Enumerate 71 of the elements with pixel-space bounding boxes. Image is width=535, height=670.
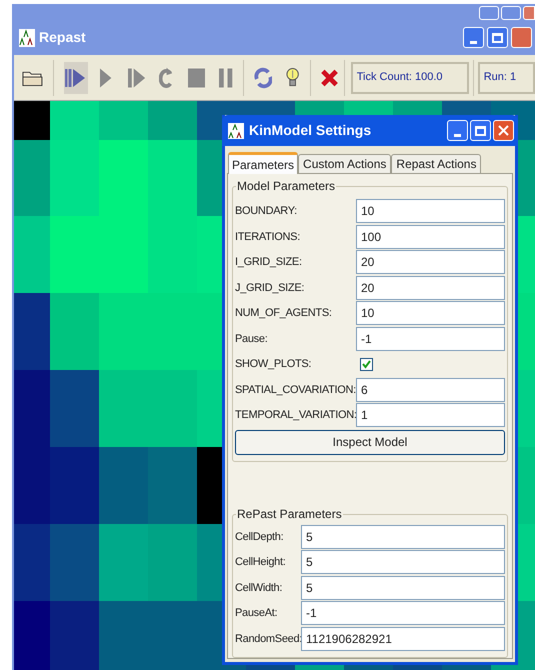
field-label: SHOW_PLOTS:	[235, 357, 312, 372]
tick-count-field: Tick Count: 100.0	[350, 62, 469, 94]
group-title: RePast Parameters	[236, 506, 343, 520]
pause-icon[interactable]	[219, 68, 233, 88]
input-field[interactable]: 100	[356, 224, 505, 249]
heatmap-cell	[14, 101, 50, 140]
minimize-button[interactable]	[463, 27, 484, 48]
window-title: Repast	[39, 28, 86, 47]
checkbox[interactable]	[360, 358, 373, 371]
input-field[interactable]: 1	[356, 403, 505, 428]
input-field[interactable]: 5	[301, 576, 505, 600]
field-label: J_GRID_SIZE:	[235, 280, 306, 296]
maximize-button[interactable]	[487, 27, 508, 48]
input-field[interactable]: 20	[356, 250, 505, 274]
input-field[interactable]: 6	[356, 378, 505, 402]
input-field[interactable]: 1121906282921	[301, 626, 505, 651]
field-label: CellWidth:	[235, 580, 284, 596]
maximize-button[interactable]	[470, 120, 491, 141]
input-field[interactable]: 5	[301, 550, 505, 574]
field-label: SPATIAL_COVARIATION:	[235, 382, 356, 398]
reload-icon[interactable]	[158, 66, 172, 88]
close-icon	[498, 125, 509, 136]
dialog-title: KinModel Settings	[249, 121, 372, 140]
heatmap-cell	[246, 101, 295, 115]
app-logo-icon	[228, 122, 244, 138]
input-field[interactable]: 10	[356, 199, 505, 224]
run-count-field: Run: 1	[478, 62, 535, 94]
heatmap-cell	[295, 101, 344, 115]
heatmap-cell	[393, 101, 442, 115]
field-label: I_GRID_SIZE:	[235, 255, 303, 270]
minimize-button[interactable]	[479, 6, 499, 20]
stop-icon[interactable]	[188, 68, 206, 88]
field-label: Pause:	[235, 332, 268, 346]
fast-forward-button[interactable]	[64, 62, 88, 94]
close-button[interactable]	[523, 6, 535, 20]
heatmap-cell	[50, 101, 99, 140]
minimize-button[interactable]	[447, 120, 468, 141]
step-icon[interactable]	[128, 68, 145, 88]
close-icon[interactable]	[320, 68, 338, 86]
field-label: TEMPORAL_VARIATION:	[235, 408, 356, 423]
heatmap-cell	[99, 601, 148, 670]
lightbulb-icon[interactable]	[286, 66, 300, 88]
tab[interactable]: Repast Actions	[391, 154, 482, 173]
heatmap-cell	[442, 101, 491, 115]
input-field[interactable]: -1	[301, 601, 505, 626]
input-field[interactable]: 20	[356, 276, 505, 300]
maximize-button[interactable]	[501, 6, 521, 20]
input-field[interactable]: 10	[356, 301, 505, 326]
close-button[interactable]	[493, 120, 514, 141]
field-label: RandomSeed:	[235, 632, 301, 646]
heatmap-cell	[99, 101, 148, 140]
field-label: CellDepth:	[235, 530, 284, 544]
close-button[interactable]	[511, 27, 532, 48]
heatmap-cell	[344, 101, 393, 115]
app-logo-icon	[19, 28, 35, 46]
group-title: Model Parameters	[236, 179, 336, 193]
field-label: CellHeight:	[235, 555, 287, 570]
input-field[interactable]: -1	[356, 326, 505, 351]
refresh-icon[interactable]	[254, 66, 272, 88]
field-label: BOUNDARY:	[235, 204, 298, 219]
heatmap-cell	[50, 601, 99, 670]
heatmap-cell	[14, 601, 50, 670]
inspect-model-button[interactable]: Inspect Model	[235, 430, 505, 454]
field-label: PauseAt:	[235, 606, 278, 621]
field-label: NUM_OF_AGENTS:	[235, 306, 333, 321]
field-label: ITERATIONS:	[235, 230, 301, 244]
play-icon[interactable]	[100, 68, 112, 88]
tab[interactable]: Custom Actions	[298, 154, 392, 173]
heatmap-cell	[148, 101, 197, 140]
tab[interactable]: Parameters	[228, 152, 298, 174]
input-field[interactable]: 5	[301, 524, 505, 549]
